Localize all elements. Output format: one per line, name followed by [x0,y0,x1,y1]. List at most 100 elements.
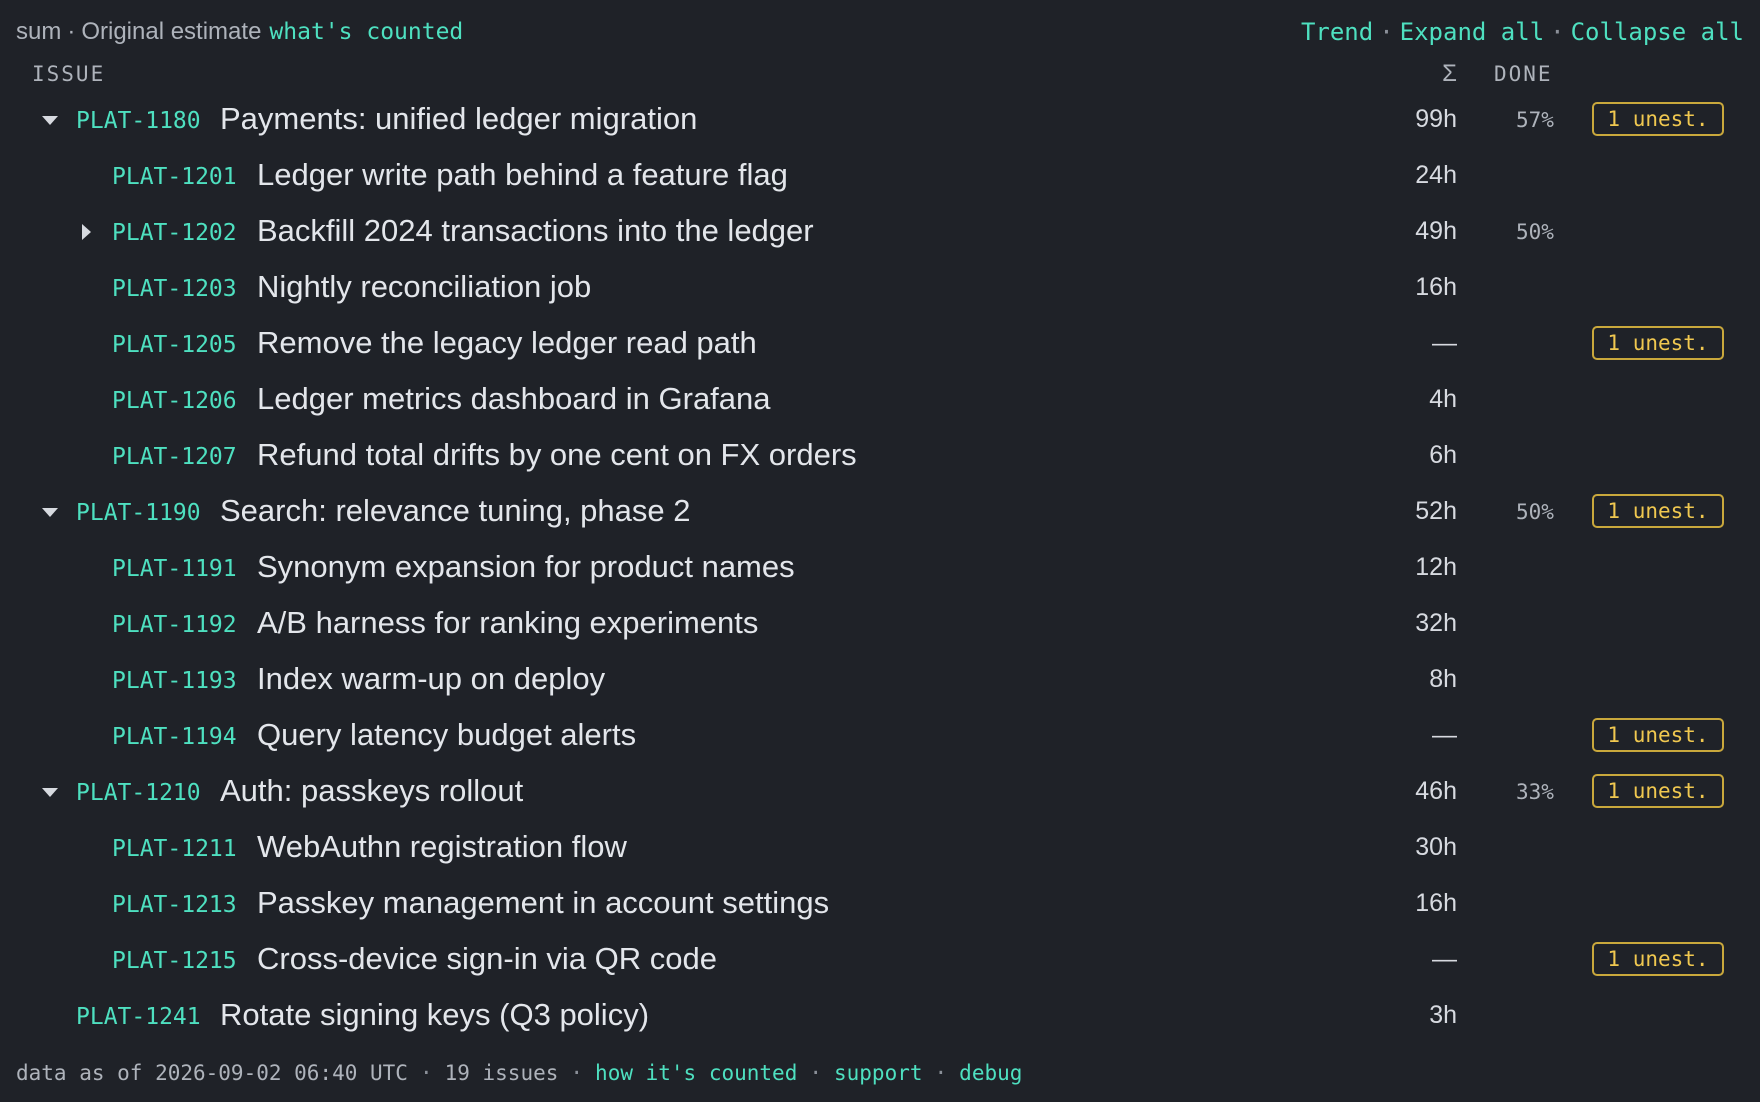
separator-dot: · [1550,18,1565,46]
table-row[interactable]: PLAT-1241 Rotate signing keys (Q3 policy)… [0,988,1760,1044]
issue-title[interactable]: Nightly reconciliation job [257,269,591,305]
table-row[interactable]: PLAT-1205 Remove the legacy ledger read p… [0,316,1760,372]
table-row[interactable]: PLAT-1190 Search: relevance tuning, phase… [0,484,1760,540]
column-header-issue: ISSUE [32,62,106,86]
how-counted-link[interactable]: how it's counted [595,1061,797,1085]
table-row[interactable]: PLAT-1207 Refund total drifts by one cent… [0,428,1760,484]
issue-title[interactable]: Cross-device sign-in via QR code [257,941,717,977]
toolbar-actions: Trend · Expand all · Collapse all [1301,18,1744,46]
table-row[interactable]: PLAT-1203 Nightly reconciliation job 16h [0,260,1760,316]
separator-dot: · [1379,18,1394,46]
column-header: ISSUE Σ DONE [0,58,1760,92]
issue-key-link[interactable]: PLAT-1241 [76,1004,201,1030]
issue-title[interactable]: Auth: passkeys rollout [220,773,523,809]
caret-down-icon[interactable] [38,780,62,804]
unestimated-badge[interactable]: 1 unest. [1592,774,1724,808]
table-row[interactable]: PLAT-1193 Index warm-up on deploy 8h [0,652,1760,708]
expand-all-link[interactable]: Expand all [1400,18,1545,46]
issue-key-link[interactable]: PLAT-1190 [76,500,201,526]
table-row[interactable]: PLAT-1210 Auth: passkeys rollout 46h 33% 1 u… [0,764,1760,820]
estimate-sum: 32h [1415,609,1457,637]
issue-title[interactable]: Ledger write path behind a feature flag [257,157,788,193]
table-row[interactable]: PLAT-1192 A/B harness for ranking experim… [0,596,1760,652]
whats-counted-link[interactable]: what's counted [269,19,463,45]
issue-key-link[interactable]: PLAT-1213 [112,892,237,918]
estimate-sum: 52h [1415,497,1457,525]
issue-key-link[interactable]: PLAT-1191 [112,556,237,582]
caret-down-icon[interactable] [38,108,62,132]
issue-count: 19 issues [444,1061,559,1085]
table-row[interactable]: PLAT-1206 Ledger metrics dashboard in Gra… [0,372,1760,428]
issue-key-link[interactable]: PLAT-1211 [112,836,237,862]
footer: data as of 2026-09-02 06:40 UTC · 19 iss… [16,1058,1022,1088]
issue-title[interactable]: Payments: unified ledger migration [220,101,697,137]
issue-title[interactable]: Ledger metrics dashboard in Grafana [257,381,771,417]
unestimated-badge[interactable]: 1 unest. [1592,494,1724,528]
issue-key-link[interactable]: PLAT-1201 [112,164,237,190]
issue-title[interactable]: Passkey management in account settings [257,885,829,921]
issue-key-link[interactable]: PLAT-1202 [112,220,237,246]
done-percent: 50% [1516,500,1554,524]
issue-key-link[interactable]: PLAT-1193 [112,668,237,694]
estimate-sum: 46h [1415,777,1457,805]
estimate-sum: — [1432,329,1457,357]
issue-title[interactable]: Remove the legacy ledger read path [257,325,757,361]
table-row[interactable]: PLAT-1201 Ledger write path behind a feat… [0,148,1760,204]
estimate-sum: 16h [1415,273,1457,301]
issue-title[interactable]: A/B harness for ranking experiments [257,605,758,641]
table-row[interactable]: PLAT-1213 Passkey management in account s… [0,876,1760,932]
unestimated-badge[interactable]: 1 unest. [1592,326,1724,360]
column-header-sum: Σ [1442,60,1457,87]
issue-key-link[interactable]: PLAT-1210 [76,780,201,806]
issue-title[interactable]: Query latency budget alerts [257,717,636,753]
support-link[interactable]: support [834,1061,923,1085]
issue-key-link[interactable]: PLAT-1206 [112,388,237,414]
table-row[interactable]: PLAT-1202 Backfill 2024 transactions into… [0,204,1760,260]
issue-title[interactable]: Search: relevance tuning, phase 2 [220,493,690,529]
separator-dot: · [934,1061,948,1085]
estimate-sum: 6h [1429,441,1457,469]
issue-title[interactable]: Backfill 2024 transactions into the ledg… [257,213,814,249]
table-row[interactable]: PLAT-1180 Payments: unified ledger migrat… [0,92,1760,148]
issue-tree: PLAT-1180 Payments: unified ledger migrat… [0,92,1760,1044]
issue-title[interactable]: WebAuthn registration flow [257,829,627,865]
aggregation-mode[interactable]: sum [16,18,61,46]
separator-dot: · [809,1061,822,1085]
unestimated-badge[interactable]: 1 unest. [1592,942,1724,976]
issue-key-link[interactable]: PLAT-1215 [112,948,237,974]
trend-link[interactable]: Trend [1301,18,1373,46]
debug-link[interactable]: debug [959,1061,1022,1085]
estimate-sum: 24h [1415,161,1457,189]
estimate-sum: 12h [1415,553,1457,581]
issue-key-link[interactable]: PLAT-1180 [76,108,201,134]
done-percent: 57% [1516,108,1554,132]
done-percent: 33% [1516,780,1554,804]
issue-key-link[interactable]: PLAT-1192 [112,612,237,638]
estimate-sum: — [1432,721,1457,749]
issue-key-link[interactable]: PLAT-1207 [112,444,237,470]
estimate-sum: 30h [1415,833,1457,861]
separator-dot: · [419,1061,433,1085]
issue-key-link[interactable]: PLAT-1205 [112,332,237,358]
table-row[interactable]: PLAT-1194 Query latency budget alerts — 1 u… [0,708,1760,764]
issue-title[interactable]: Refund total drifts by one cent on FX or… [257,437,857,473]
estimate-sum: 4h [1429,385,1457,413]
estimate-sum: 16h [1415,889,1457,917]
table-row[interactable]: PLAT-1215 Cross-device sign-in via QR cod… [0,932,1760,988]
caret-down-icon[interactable] [38,500,62,524]
aggregation-field[interactable]: Original estimate [81,18,261,46]
data-timestamp: data as of 2026-09-02 06:40 UTC [16,1061,408,1085]
unestimated-badge[interactable]: 1 unest. [1592,102,1724,136]
aggregation-summary: sum · Original estimate what's counted [16,18,463,46]
table-row[interactable]: PLAT-1211 WebAuthn registration flow 30h [0,820,1760,876]
issue-key-link[interactable]: PLAT-1203 [112,276,237,302]
caret-right-icon[interactable] [74,220,98,244]
table-row[interactable]: PLAT-1191 Synonym expansion for product n… [0,540,1760,596]
unestimated-badge[interactable]: 1 unest. [1592,718,1724,752]
issue-title[interactable]: Synonym expansion for product names [257,549,795,585]
issue-title[interactable]: Rotate signing keys (Q3 policy) [220,997,649,1033]
issue-key-link[interactable]: PLAT-1194 [112,724,237,750]
estimate-sum: 99h [1415,105,1457,133]
issue-title[interactable]: Index warm-up on deploy [257,661,605,697]
collapse-all-link[interactable]: Collapse all [1571,18,1744,46]
